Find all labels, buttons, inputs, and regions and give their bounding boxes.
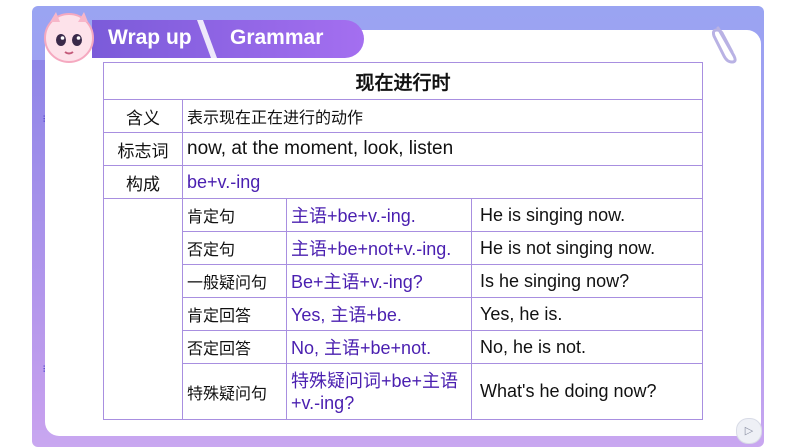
table-title-row: 现在进行时: [102, 62, 704, 100]
sentence-example: He is singing now.: [470, 198, 704, 232]
table-row: 含义 表示现在正在进行的动作: [103, 99, 704, 133]
dragon-mascot-icon: [44, 12, 94, 63]
tab-grammar[interactable]: Grammar: [230, 26, 323, 50]
table-row: 构成 be+v.-ing: [103, 165, 704, 199]
sentence-row: 否定回答 No, 主语+be+not. No, he is not.: [104, 330, 704, 364]
table-row: 标志词 now, at the moment, look, listen: [103, 132, 704, 166]
empty-cell: [103, 198, 183, 420]
sentence-row: 特殊疑问句 特殊疑问词+be+主语+v.-ing? What's he doin…: [104, 363, 704, 420]
sentence-type: 一般疑问句: [182, 264, 287, 298]
sentence-type: 肯定句: [182, 198, 287, 232]
table-title: 现在进行时: [102, 62, 704, 100]
sentence-example: Is he singing now?: [470, 264, 704, 298]
sentence-example: Yes, he is.: [470, 297, 704, 331]
row-label: 含义: [103, 99, 183, 133]
tab-wrap-up[interactable]: Wrap up: [108, 26, 192, 50]
sentence-structure: Yes, 主语+be.: [286, 297, 472, 331]
row-label: 构成: [103, 165, 183, 199]
sentence-row: 肯定句 主语+be+v.-ing. He is singing now.: [103, 198, 704, 420]
sentence-example: He is not singing now.: [470, 231, 704, 265]
sentence-structure: Be+主语+v.-ing?: [286, 264, 472, 298]
row-label: 标志词: [103, 132, 183, 166]
grammar-table: 现在进行时 含义 表示现在正在进行的动作 标志词 now, at the mom…: [102, 62, 704, 420]
sentence-structure: No, 主语+be+not.: [286, 330, 472, 364]
sentence-structure: 主语+be+v.-ing.: [286, 198, 472, 232]
tab-separator: [197, 20, 217, 58]
row-value: be+v.-ing: [181, 165, 704, 199]
play-icon[interactable]: ▷: [736, 418, 762, 444]
row-value: now, at the moment, look, listen: [181, 132, 704, 166]
sentence-structure: 主语+be+not+v.-ing.: [286, 231, 472, 265]
sentence-type: 否定句: [182, 231, 287, 265]
sentence-structure: 特殊疑问词+be+主语+v.-ing?: [286, 363, 472, 420]
sentence-row: 否定句 主语+be+not+v.-ing. He is not singing …: [104, 231, 704, 265]
sentence-type: 否定回答: [182, 330, 287, 364]
sentence-example: What's he doing now?: [470, 363, 704, 420]
sentence-row: 一般疑问句 Be+主语+v.-ing? Is he singing now?: [104, 264, 704, 298]
sentence-type: 肯定回答: [182, 297, 287, 331]
sentence-type: 特殊疑问句: [182, 363, 287, 420]
row-value: 表示现在正在进行的动作: [181, 99, 704, 133]
sentence-example: No, he is not.: [470, 330, 704, 364]
sentence-row: 肯定回答 Yes, 主语+be. Yes, he is.: [104, 297, 704, 331]
paperclip-icon: [712, 26, 737, 64]
